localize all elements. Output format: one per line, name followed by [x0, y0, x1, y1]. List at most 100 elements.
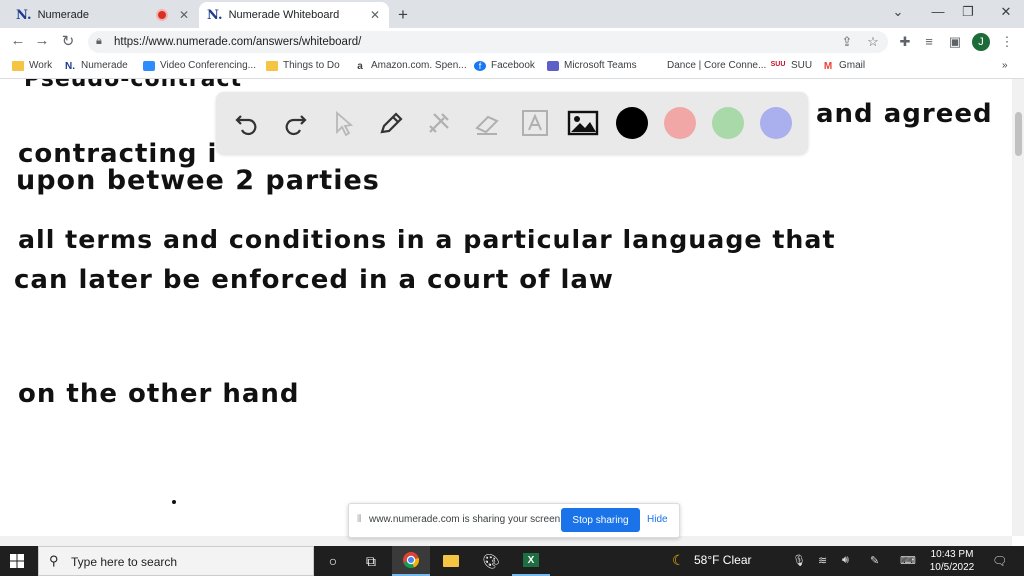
tab-title: Numerade Whiteboard: [228, 9, 340, 21]
bookmark-label: Things to Do: [283, 60, 340, 71]
handwritten-line: and agreed: [816, 99, 993, 129]
eraser-icon[interactable]: [470, 106, 504, 140]
bookmark-facebook[interactable]: f Facebook: [474, 60, 535, 71]
ink-dot: [172, 500, 176, 504]
search-icon: ⚲: [49, 553, 59, 568]
lock-icon[interactable]: 🔒︎: [96, 35, 102, 48]
system-clock[interactable]: 10:43 PM 10/5/2022: [926, 548, 978, 574]
file-explorer-icon[interactable]: [432, 546, 470, 576]
numerade-favicon-icon: N.: [207, 7, 223, 23]
bookmark-label: Numerade: [81, 60, 128, 71]
bookmark-label: Amazon.com. Spen...: [371, 60, 467, 71]
paint-icon[interactable]: 🎨︎: [472, 546, 510, 576]
bookmark-numerade[interactable]: N. Numerade: [64, 60, 128, 72]
volume-icon[interactable]: 🔊︎: [842, 554, 849, 567]
undo-icon[interactable]: [230, 106, 264, 140]
windows-start-icon[interactable]: [10, 554, 24, 568]
bookmark-label: Dance | Core Conne...: [667, 60, 767, 71]
handwritten-line: can later be enforced in a court of law: [14, 265, 614, 295]
pen-icon[interactable]: [374, 106, 408, 140]
search-placeholder: Type here to search: [71, 555, 178, 569]
sharing-message: www.numerade.com is sharing your screen.: [369, 514, 563, 525]
clock-time: 10:43 PM: [930, 549, 974, 560]
bookmark-dance[interactable]: Dance | Core Conne...: [667, 60, 766, 71]
share-icon[interactable]: ⇪: [838, 34, 856, 50]
bookmarks-overflow-button[interactable]: »: [1002, 60, 1008, 71]
recording-indicator-icon: [156, 9, 168, 21]
browser-toolbar: ← → ↻ 🔒︎ https://www.numerade.com/answer…: [0, 28, 1024, 56]
side-panel-icon[interactable]: ▣: [946, 34, 964, 50]
clock-date: 10/5/2022: [929, 562, 975, 573]
video-icon: [143, 60, 155, 71]
bookmark-label: Work: [29, 60, 53, 71]
bookmark-star-icon[interactable]: ☆: [864, 34, 882, 50]
scrollbar-thumb[interactable]: [1015, 112, 1022, 156]
hide-button[interactable]: Hide: [647, 514, 668, 525]
folder-icon: [266, 60, 278, 71]
weather-text[interactable]: 58°F Clear: [694, 553, 752, 567]
menu-icon[interactable]: ⋮: [998, 34, 1016, 50]
bookmark-label: SUU: [791, 60, 813, 71]
bookmark-things-to-do[interactable]: Things to Do: [266, 60, 340, 71]
keyboard-icon[interactable]: ⌨: [900, 554, 916, 567]
drag-handle-icon[interactable]: ⦀: [357, 514, 361, 525]
url-text[interactable]: https://www.numerade.com/answers/whitebo…: [114, 36, 361, 48]
reading-list-icon[interactable]: ≡: [920, 34, 938, 49]
tools-icon[interactable]: [422, 106, 456, 140]
tab-search-icon[interactable]: ⌄: [886, 4, 910, 20]
bookmark-gmail[interactable]: M Gmail: [822, 60, 866, 72]
gmail-icon: M: [823, 60, 833, 72]
excel-icon[interactable]: X: [512, 546, 550, 576]
task-view-icon[interactable]: ⧉: [352, 546, 390, 576]
close-window-button[interactable]: ✕: [994, 4, 1018, 20]
teams-icon: [547, 60, 559, 71]
bookmark-label: Facebook: [491, 60, 535, 71]
numerade-favicon-icon: N.: [16, 7, 32, 23]
tab-close-icon[interactable]: ✕: [367, 8, 383, 22]
reload-icon[interactable]: ↻: [58, 32, 78, 50]
color-swatch-green[interactable]: [712, 107, 744, 139]
forward-icon[interactable]: →: [32, 32, 52, 49]
bookmark-work[interactable]: Work: [12, 60, 52, 71]
stop-sharing-button[interactable]: Stop sharing: [561, 508, 640, 532]
cortana-icon[interactable]: ○: [314, 546, 352, 576]
bookmark-suu[interactable]: SUU SUU: [770, 60, 813, 71]
windows-taskbar: ⚲ Type here to search ○ ⧉ 🎨︎ X ☾ 58°F Cl…: [0, 546, 1024, 576]
moon-weather-icon: ☾: [672, 552, 685, 568]
color-swatch-red[interactable]: [664, 107, 696, 139]
bookmark-video-conferencing[interactable]: Video Conferencing...: [143, 60, 256, 71]
redo-icon[interactable]: [278, 106, 312, 140]
restore-button[interactable]: ❐: [956, 4, 980, 20]
minimize-button[interactable]: —: [926, 4, 950, 19]
whiteboard-toolbar: [216, 92, 808, 154]
image-icon[interactable]: [566, 106, 600, 140]
bookmark-amazon[interactable]: a Amazon.com. Spen...: [354, 60, 467, 72]
pen-tray-icon[interactable]: ✎: [870, 554, 879, 567]
microphone-icon[interactable]: 🎙︎: [792, 554, 806, 567]
handwritten-line: on the other hand: [18, 379, 300, 409]
screen-sharing-banner: ⦀ www.numerade.com is sharing your scree…: [348, 503, 680, 538]
network-icon[interactable]: ≋: [818, 554, 827, 567]
tab-numerade[interactable]: N. Numerade ✕: [8, 2, 198, 28]
tab-numerade-whiteboard[interactable]: N. Numerade Whiteboard ✕: [199, 2, 389, 28]
pointer-icon[interactable]: [326, 106, 360, 140]
chrome-taskbar-icon[interactable]: [392, 546, 430, 576]
extensions-icon[interactable]: ✚: [896, 34, 914, 50]
suu-icon: SUU: [770, 60, 786, 68]
tab-title: Numerade: [37, 9, 89, 21]
notifications-icon[interactable]: 🗨︎: [992, 554, 1007, 568]
amazon-icon: a: [357, 60, 363, 72]
color-swatch-blue[interactable]: [760, 107, 792, 139]
folder-icon: [12, 60, 24, 71]
back-icon[interactable]: ←: [8, 32, 28, 49]
new-tab-button[interactable]: +: [398, 5, 408, 25]
tab-close-icon[interactable]: ✕: [176, 8, 192, 22]
taskbar-search-input[interactable]: ⚲ Type here to search: [38, 546, 314, 576]
handwritten-line: Pseudo-contract: [24, 79, 242, 92]
bookmarks-bar: Work N. Numerade Video Conferencing... Th…: [0, 56, 1024, 79]
text-tool-icon[interactable]: [518, 106, 552, 140]
bookmark-label: Gmail: [839, 60, 866, 71]
profile-avatar[interactable]: J: [972, 33, 990, 51]
color-swatch-black[interactable]: [616, 107, 648, 139]
bookmark-microsoft-teams[interactable]: Microsoft Teams: [547, 60, 637, 71]
